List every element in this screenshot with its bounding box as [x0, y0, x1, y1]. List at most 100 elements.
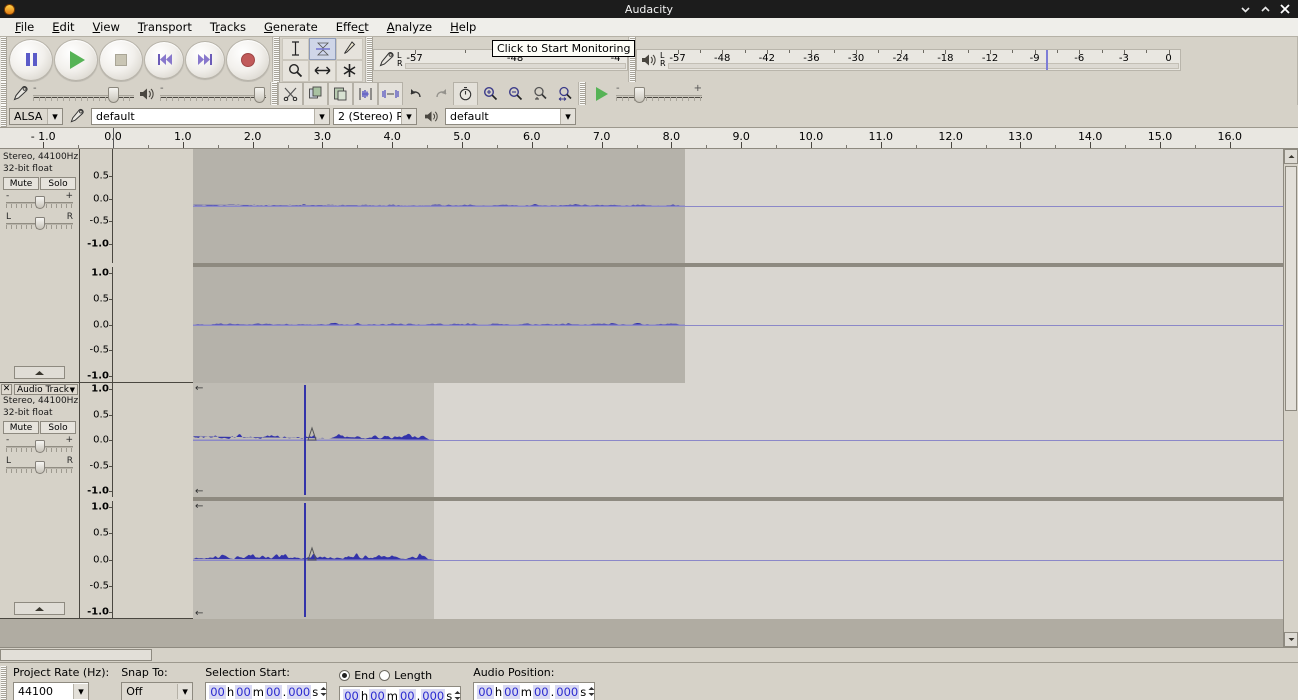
meter-scale-label: -36 [803, 53, 819, 64]
selection-toolbar: Project Rate (Hz): 44100 ▾ Snap To: Off … [0, 662, 1298, 700]
envelope-tool[interactable] [309, 38, 336, 60]
menu-transport[interactable]: Transport [129, 19, 201, 35]
menu-help[interactable]: Help [441, 19, 485, 35]
undo-button[interactable] [403, 82, 428, 106]
selection-end-field[interactable]: 00h00m00.000s [339, 686, 461, 700]
track-2-gain-slider[interactable]: - + [6, 437, 73, 455]
pause-button[interactable] [9, 39, 53, 81]
device-toolbar-grip[interactable] [0, 105, 7, 127]
ruler-label: 14.0 [1078, 130, 1103, 143]
track-1-vertical-ruler-ch2: 1.00.50.0-0.5-1.0 [80, 267, 113, 382]
minimize-button[interactable] [1235, 1, 1255, 17]
fit-selection-button[interactable] [528, 82, 553, 106]
track-1-solo-button[interactable]: Solo [40, 177, 76, 190]
transport-toolbar-grip[interactable] [0, 37, 7, 82]
trim-button[interactable] [353, 82, 378, 106]
scroll-up-button[interactable] [1284, 149, 1298, 164]
track-2-close-button[interactable]: ✕ [1, 384, 12, 395]
track-1-collapse-button[interactable] [14, 366, 65, 379]
meter-scale-label: -12 [982, 53, 998, 64]
time-shift-tool[interactable] [309, 60, 336, 82]
paste-button[interactable] [328, 82, 353, 106]
zoom-tool[interactable] [282, 60, 309, 82]
horizontal-scrollbar[interactable] [0, 647, 1298, 662]
copy-button[interactable] [303, 82, 328, 106]
audio-position-field[interactable]: 00h00m00.000s [473, 682, 595, 700]
silence-button[interactable] [378, 82, 403, 106]
draw-tool[interactable] [336, 38, 363, 60]
track-2-collapse-button[interactable] [14, 602, 65, 615]
playback-speed-slider[interactable]: - + [614, 83, 704, 105]
menu-effect[interactable]: Effect [327, 19, 378, 35]
track-2-waveform-area[interactable]: ← ← ← ← [193, 383, 1283, 618]
record-button[interactable] [226, 39, 270, 81]
end-radio[interactable] [339, 670, 350, 681]
selection-start-field[interactable]: 00h00m00.000s [205, 682, 327, 700]
track-1-pan-slider[interactable]: L R [6, 214, 73, 232]
menu-tracks[interactable]: Tracks [201, 19, 255, 35]
zoom-in-button[interactable] [478, 82, 503, 106]
track-2-mute-button[interactable]: Mute [3, 421, 39, 434]
fit-project-button[interactable] [553, 82, 578, 106]
stop-button[interactable] [99, 39, 143, 81]
play-button[interactable] [54, 39, 98, 81]
menu-analyze[interactable]: Analyze [378, 19, 441, 35]
track-1-control-panel[interactable]: Stereo, 44100Hz 32-bit float Mute Solo -… [0, 149, 80, 382]
menu-generate[interactable]: Generate [255, 19, 327, 35]
skip-to-end-button[interactable] [185, 41, 225, 79]
play-at-speed-button[interactable] [589, 82, 614, 106]
track-1[interactable]: Stereo, 44100Hz 32-bit float Mute Solo -… [0, 149, 1283, 383]
playback-device-combo[interactable]: default ▾ [445, 108, 576, 125]
track-2-solo-button[interactable]: Solo [40, 421, 76, 434]
track-2[interactable]: ✕ Audio Track ▼ Stereo, 44100Hz 32-bit f… [0, 383, 1283, 619]
vertical-scroll-thumb[interactable] [1285, 166, 1297, 411]
close-button[interactable] [1275, 1, 1295, 17]
playback-meter[interactable]: LR -57-48-42-36-30-24-18-12-9-6-30 [636, 49, 1181, 71]
track-1-waveform-area[interactable] [193, 149, 1283, 382]
cut-button[interactable] [278, 82, 303, 106]
trim-audio-icon [357, 87, 374, 101]
track-2-pan-slider[interactable]: L R [6, 458, 73, 476]
multi-tool[interactable] [336, 60, 363, 82]
transcription-toolbar-grip[interactable] [579, 82, 586, 105]
scroll-down-button[interactable] [1284, 632, 1298, 647]
menu-file[interactable]: File [6, 19, 43, 35]
audio-host-combo[interactable]: ALSA ▾ [9, 108, 63, 125]
ruler-label: 4.0 [383, 130, 401, 143]
playback-volume-slider[interactable]: - [158, 83, 268, 105]
maximize-button[interactable] [1255, 1, 1275, 17]
recording-channels-combo[interactable]: 2 (Stereo) Re ▾ [333, 108, 417, 125]
zoom-out-icon [508, 86, 523, 101]
spinner-icon[interactable] [320, 684, 327, 699]
selection-tool[interactable] [282, 38, 309, 60]
track-1-channel-1[interactable] [193, 149, 1283, 263]
track-1-channel-2[interactable] [193, 267, 1283, 383]
menu-view[interactable]: View [84, 19, 129, 35]
recording-meter-grip[interactable] [366, 37, 373, 82]
zoom-out-button[interactable] [503, 82, 528, 106]
track-2-channel-2[interactable]: ← ← [193, 501, 1283, 619]
recording-device-combo[interactable]: default ▾ [91, 108, 330, 125]
spinner-icon[interactable] [454, 688, 461, 700]
timeline-ruler[interactable]: - 1.00.01.02.03.04.05.06.07.08.09.010.01… [0, 128, 1298, 149]
menu-edit[interactable]: Edit [43, 19, 83, 35]
snap-to-combo[interactable]: Off ▾ [121, 682, 193, 700]
track-2-title-dropdown[interactable]: Audio Track ▼ [14, 384, 78, 395]
mixer-toolbar-grip[interactable] [0, 82, 7, 105]
length-radio[interactable] [379, 670, 390, 681]
project-rate-combo[interactable]: 44100 ▾ [13, 682, 89, 700]
edit-toolbar-grip[interactable] [271, 82, 278, 105]
spinner-icon[interactable] [588, 684, 595, 699]
track-1-gain-slider[interactable]: - + [6, 193, 73, 211]
track-2-control-panel[interactable]: ✕ Audio Track ▼ Stereo, 44100Hz 32-bit f… [0, 383, 80, 618]
skip-to-start-button[interactable] [144, 41, 184, 79]
redo-button[interactable] [428, 82, 453, 106]
track-1-mute-button[interactable]: Mute [3, 177, 39, 190]
recording-volume-slider[interactable]: - [31, 83, 136, 105]
vertical-scrollbar[interactable] [1283, 149, 1298, 647]
selection-toolbar-grip[interactable] [0, 666, 7, 700]
tools-toolbar-grip[interactable] [273, 37, 280, 82]
horizontal-scroll-thumb[interactable] [0, 649, 152, 661]
sync-lock-button[interactable] [453, 82, 478, 106]
track-2-channel-1[interactable]: ← ← [193, 383, 1283, 497]
